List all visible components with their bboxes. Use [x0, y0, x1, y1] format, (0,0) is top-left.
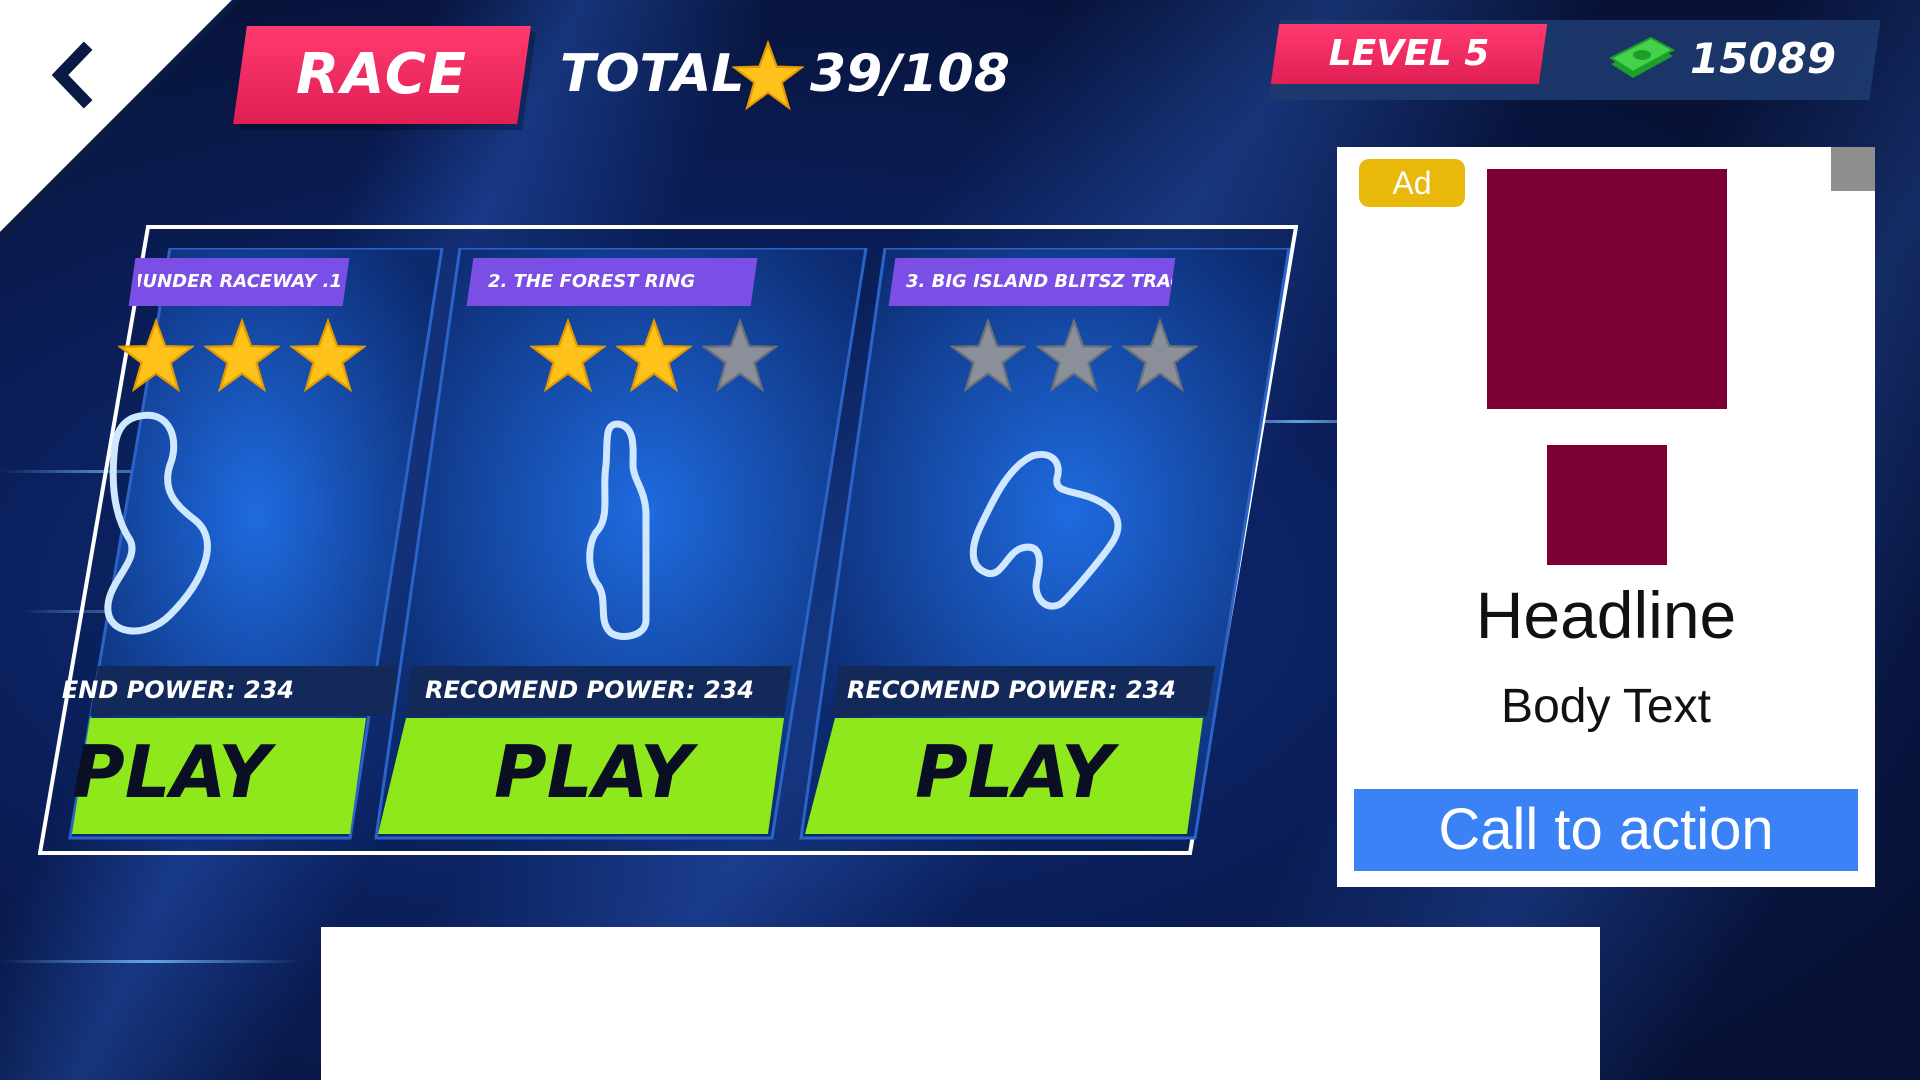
star-filled-icon [290, 318, 366, 393]
star-filled-icon [616, 318, 692, 393]
track-layout-1 [104, 411, 211, 635]
track-title-1-text: 1. PACIFIC THUNDER RACEWAY [138, 271, 342, 292]
light-streak [0, 960, 300, 963]
ad-main-image [1487, 169, 1727, 409]
track-title-2: 2. THE FOREST RING [488, 271, 696, 292]
ad-headline: Headline [1475, 578, 1737, 652]
track-layout-2 [586, 420, 650, 640]
ad-body-text: Body Text [1501, 680, 1711, 733]
play-button-3[interactable]: PLAY [915, 730, 1113, 814]
ad-badge: Ad [1359, 159, 1465, 207]
cash-value: 15089 [1690, 34, 1837, 83]
cash-stack-icon [1608, 36, 1676, 78]
total-stars-value: 39/108 [810, 44, 1010, 104]
recommended-power-2: RECOMEND POWER: 234 [425, 676, 754, 704]
star-filled-icon [530, 318, 606, 393]
chevron-left-icon [51, 41, 93, 109]
banner-ad-slot[interactable] [321, 927, 1600, 1080]
track-layout-3 [969, 451, 1122, 610]
level-label: LEVEL 5 [1328, 33, 1490, 74]
ad-call-to-action-button[interactable]: Call to action [1354, 789, 1858, 871]
star-empty-icon [1036, 318, 1112, 393]
ad-close-button[interactable] [1831, 147, 1875, 191]
back-corner-panel [0, 0, 240, 240]
star-icon [732, 40, 804, 111]
back-button[interactable] [40, 40, 110, 110]
star-filled-icon [118, 318, 194, 393]
track-title-3: 3. BIG ISLAND BLITSZ TRACK [906, 271, 1172, 292]
mode-title: RACE [295, 42, 469, 107]
play-button-1[interactable]: PLAY [72, 730, 270, 814]
play-button-2[interactable]: PLAY [494, 730, 692, 814]
ad-panel[interactable]: Ad Headline Body Text Call to action [1337, 147, 1875, 887]
recommended-power-1: RECOMEND POWER: 234 [62, 676, 294, 704]
star-empty-icon [950, 318, 1026, 393]
ad-icon-image [1547, 445, 1667, 565]
recommended-power-3: RECOMEND POWER: 234 [847, 676, 1176, 704]
star-empty-icon [702, 318, 778, 393]
star-empty-icon [1122, 318, 1198, 393]
star-filled-icon [204, 318, 280, 393]
total-stars-label: TOTAL [560, 44, 745, 104]
